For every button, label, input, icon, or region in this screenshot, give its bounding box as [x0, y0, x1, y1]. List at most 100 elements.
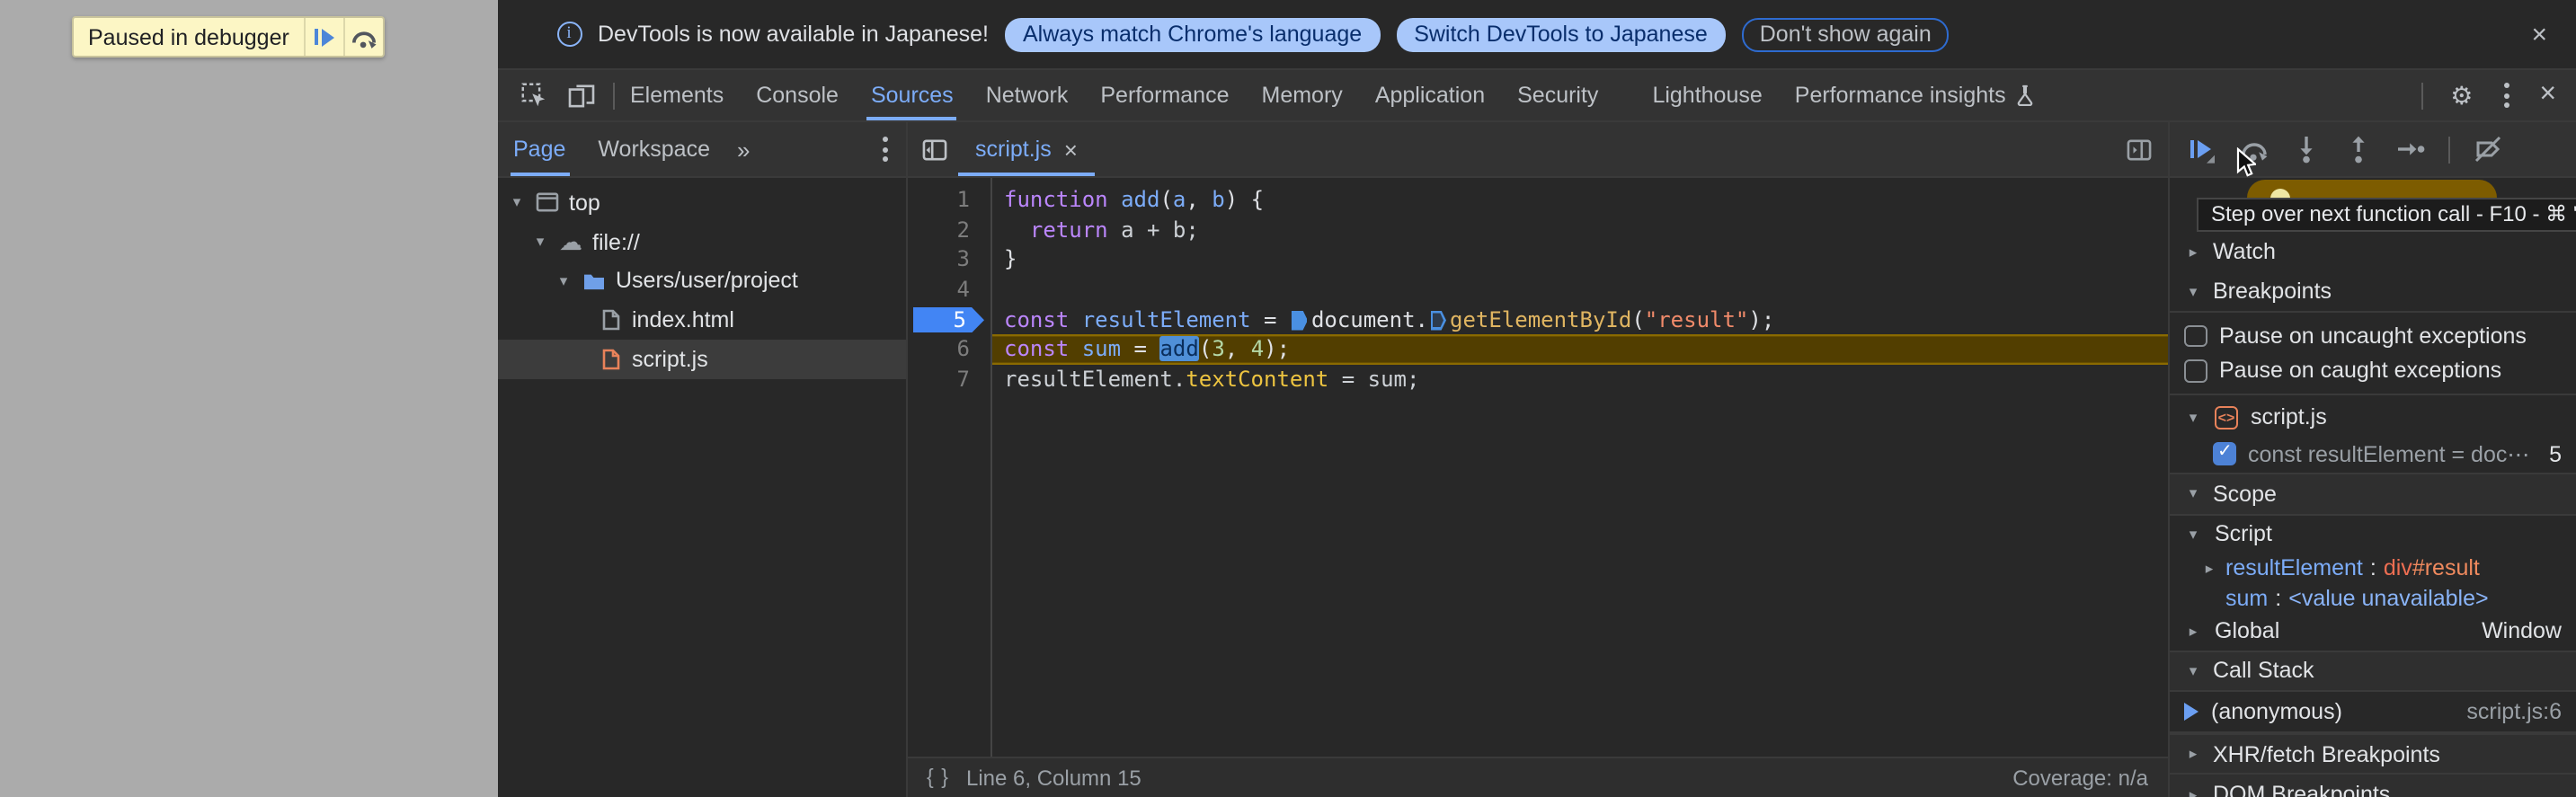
close-tab-icon[interactable]	[1064, 136, 1078, 163]
device-toolbar-icon[interactable]	[567, 84, 594, 107]
infobar-close-icon[interactable]	[2524, 21, 2554, 48]
collapse-left-panel-icon[interactable]	[921, 137, 946, 161]
expander-icon	[2184, 784, 2202, 797]
section-xhr-breakpoints[interactable]: XHR/fetch Breakpoints	[2170, 733, 2576, 773]
code-token: (	[1198, 336, 1212, 362]
script-file-icon: <>	[2215, 405, 2238, 429]
expander-icon[interactable]	[555, 271, 573, 291]
more-options-kebab-icon[interactable]	[2500, 83, 2512, 108]
expander-icon[interactable]	[508, 193, 526, 213]
breakpoint-flag[interactable]: 5	[912, 306, 984, 333]
section-label: Watch	[2213, 239, 2276, 265]
expander-icon	[2184, 243, 2202, 262]
section-watch[interactable]: Watch	[2170, 232, 2576, 272]
step-out-icon[interactable]	[2344, 135, 2373, 164]
expander-icon[interactable]	[531, 232, 549, 252]
code-token: );	[1264, 336, 1291, 362]
gutter-line-number[interactable]: 6	[907, 335, 990, 365]
gutter-line-number[interactable]: 3	[907, 245, 990, 275]
editor-tab-script-js[interactable]: script.js	[957, 122, 1096, 176]
switch-devtools-japanese-button[interactable]: Switch DevTools to Japanese	[1396, 17, 1726, 51]
step-icon[interactable]	[2396, 135, 2425, 164]
tab-performance-insights[interactable]: Performance insights	[1779, 70, 2051, 120]
scope-var-sum[interactable]: sum: <value unavailable>	[2170, 583, 2576, 613]
section-label: Breakpoints	[2213, 279, 2332, 305]
section-scope[interactable]: Scope	[2170, 474, 2576, 515]
scope-global-value: Window	[2482, 618, 2562, 644]
scope-global-group[interactable]: Global Window	[2170, 613, 2576, 650]
more-tabs-icon[interactable]	[726, 136, 760, 163]
scope-var-resultelement[interactable]: resultElement: div#result	[2170, 553, 2576, 583]
tab-network[interactable]: Network	[970, 70, 1085, 120]
code-line[interactable]: function add(a, b) {	[991, 185, 2168, 215]
code-token: (	[1631, 306, 1645, 332]
scope-var-name: resultElement	[2225, 555, 2363, 581]
gutter-line-number[interactable]: 1	[907, 185, 990, 215]
pause-uncaught-checkbox[interactable]	[2184, 324, 2207, 347]
tab-sources[interactable]: Sources	[855, 70, 970, 120]
pause-caught-row[interactable]: Pause on caught exceptions	[2170, 353, 2576, 388]
gutter-line-number[interactable]: 4	[907, 275, 990, 305]
toolbar-right-divider	[2421, 82, 2424, 109]
resume-script-button[interactable]	[303, 18, 343, 56]
tab-console[interactable]: Console	[740, 70, 855, 120]
inspect-element-icon[interactable]	[520, 83, 546, 108]
paused-message-zone: Step over next function call - F10 - ⌘ '	[2170, 178, 2576, 232]
settings-gear-icon[interactable]	[2450, 83, 2473, 108]
step-over-overlay-button[interactable]	[342, 18, 383, 56]
deactivate-breakpoints-icon[interactable]	[2474, 135, 2502, 164]
code-line[interactable]: return a + b;	[991, 215, 2168, 244]
tree-item-index-html[interactable]: index.html	[497, 301, 905, 341]
tab-performance[interactable]: Performance	[1084, 70, 1245, 120]
code-line[interactable]: resultElement.textContent = sum;	[991, 365, 2168, 394]
inline-breakpoint-marker-filled[interactable]	[1291, 310, 1308, 331]
call-stack-frame[interactable]: (anonymous) script.js:6	[2170, 692, 2576, 731]
tree-item-script-js[interactable]: script.js	[497, 340, 905, 379]
pause-caught-checkbox[interactable]	[2184, 359, 2207, 382]
scope-var-value: <value unavailable>	[2288, 585, 2489, 611]
section-call-stack[interactable]: Call Stack	[2170, 651, 2576, 692]
infobar-message: DevTools is now available in Japanese!	[598, 22, 989, 47]
tree-item-project-folder[interactable]: Users/user/project	[497, 261, 905, 301]
gutter-line-number[interactable]: 5	[907, 306, 990, 335]
code-line[interactable]: }	[991, 245, 2168, 275]
breakpoint-checkbox[interactable]	[2213, 442, 2235, 465]
execution-line[interactable]: const sum = add(3, 4);	[991, 334, 2168, 366]
section-breakpoints[interactable]: Breakpoints	[2170, 272, 2576, 313]
code-token: const	[1004, 306, 1070, 332]
tree-item-top[interactable]: top	[497, 183, 905, 223]
tree-item-file-protocol[interactable]: file://	[497, 223, 905, 262]
tab-application[interactable]: Application	[1359, 70, 1501, 120]
editor-tabbar: script.js	[907, 122, 2168, 178]
code-token: function	[1004, 187, 1108, 212]
tab-memory[interactable]: Memory	[1246, 70, 1359, 120]
breakpoint-group-script-js[interactable]: <> script.js	[2170, 395, 2576, 435]
dont-show-again-button[interactable]: Don't show again	[1741, 17, 1950, 51]
code-line[interactable]: const resultElement = document. getElemen…	[991, 306, 2168, 335]
collapse-right-panel-icon[interactable]	[2127, 137, 2152, 161]
gutter-line-number[interactable]: 7	[907, 365, 990, 394]
tab-elements[interactable]: Elements	[614, 70, 740, 120]
navigator-tab-workspace[interactable]: Workspace	[582, 122, 726, 176]
breakpoint-entry[interactable]: const resultElement = doc⋯ 5	[2170, 435, 2576, 473]
devtools-window: i DevTools is now available in Japanese!…	[497, 0, 2576, 797]
scope-script-group[interactable]: Script	[2170, 515, 2576, 553]
tab-security[interactable]: Security	[1501, 70, 1614, 120]
inline-breakpoint-marker-outline[interactable]	[1430, 310, 1446, 331]
pause-uncaught-row[interactable]: Pause on uncaught exceptions	[2170, 318, 2576, 353]
tab-lighthouse[interactable]: Lighthouse	[1636, 70, 1778, 120]
pretty-print-icon[interactable]: { }	[927, 766, 950, 788]
section-label: Call Stack	[2213, 658, 2314, 684]
gutter-line-number[interactable]: 2	[907, 215, 990, 244]
resume-script-icon[interactable]	[2186, 135, 2216, 164]
navigator-tab-page[interactable]: Page	[497, 122, 582, 176]
devtools-close-icon[interactable]	[2539, 81, 2556, 110]
navigator-kebab-icon[interactable]	[878, 137, 891, 162]
editor-gutter: 1234567	[907, 178, 991, 756]
tree-item-label: file://	[592, 229, 640, 255]
step-into-icon[interactable]	[2292, 135, 2321, 164]
always-match-language-button[interactable]: Always match Chrome's language	[1005, 17, 1381, 51]
section-dom-breakpoints[interactable]: DOM Breakpoints	[2170, 773, 2576, 797]
code-line[interactable]	[991, 275, 2168, 305]
